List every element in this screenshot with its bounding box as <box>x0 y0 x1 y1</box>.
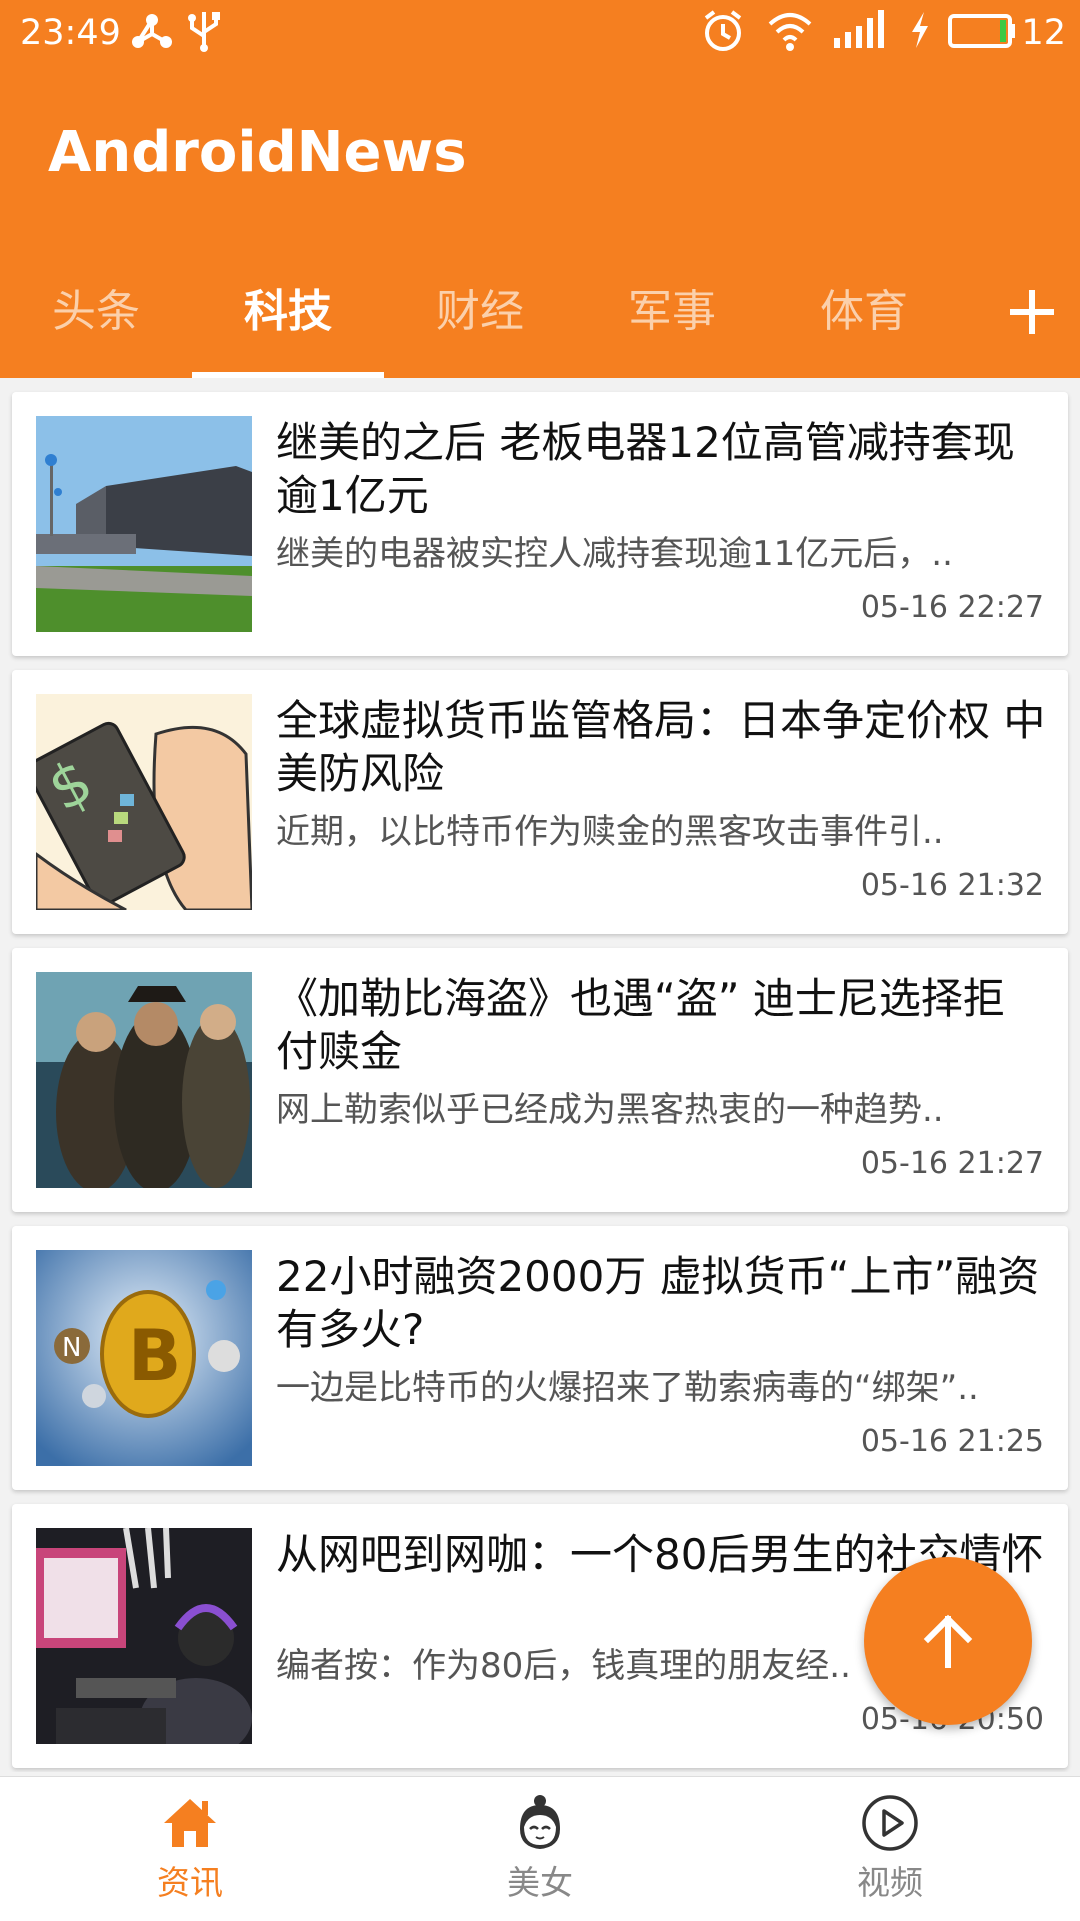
tab-military[interactable]: 军事 <box>576 252 768 378</box>
nav-label: 资讯 <box>157 1863 223 1902</box>
tab-sports[interactable]: 体育 <box>768 252 960 378</box>
scroll-to-top-button[interactable] <box>864 1557 1032 1725</box>
news-card[interactable]: B N 22小时融资2000万 虚拟货币“上市”融资有多火? 一边是比特币的火爆… <box>12 1226 1068 1490</box>
signal-icon <box>832 8 892 56</box>
nav-label: 美女 <box>507 1863 573 1902</box>
battery-percent: 12 <box>1021 13 1066 53</box>
tab-finance[interactable]: 财经 <box>384 252 576 378</box>
news-thumbnail: B N <box>36 1250 252 1466</box>
app-title: AndroidNews <box>48 120 467 185</box>
news-summary: 继美的电器被实控人减持套现逾11亿元后，.. <box>276 534 953 574</box>
news-title: 《加勒比海盗》也遇“盗” 迪士尼选择拒付赎金 <box>276 974 1005 1076</box>
news-thumbnail <box>36 416 252 632</box>
battery-icon <box>946 8 1018 56</box>
news-time: 05-16 21:25 <box>860 1424 1044 1459</box>
bottom-navigation: 资讯 美女 视频 <box>0 1776 1080 1921</box>
plus-icon <box>1010 290 1054 334</box>
add-category-button[interactable] <box>996 276 1068 348</box>
nav-label: 视频 <box>857 1863 923 1902</box>
tab-tech[interactable]: 科技 <box>192 252 384 378</box>
news-thumbnail <box>36 972 252 1188</box>
nav-beauty[interactable]: 美女 <box>440 1777 640 1921</box>
news-summary: 近期，以比特币作为赎金的黑客攻击事件引.. <box>276 812 944 852</box>
news-time: 05-16 21:32 <box>860 868 1044 903</box>
svg-text:B: B <box>128 1315 181 1397</box>
charging-icon <box>906 8 934 56</box>
arrow-up-icon <box>923 1614 973 1668</box>
news-title: 22小时融资2000万 虚拟货币“上市”融资有多火? <box>276 1252 1040 1354</box>
wifi-icon <box>766 8 814 56</box>
app-bar: AndroidNews 头条 科技 财经 军事 体育 <box>0 66 1080 378</box>
news-thumbnail <box>36 1528 252 1744</box>
status-time: 23:49 <box>20 13 121 53</box>
news-title: 继美的之后 老板电器12位高管减持套现逾1亿元 <box>276 418 1015 520</box>
status-bar: 23:49 12 <box>0 0 1080 66</box>
usb-icon <box>186 8 222 56</box>
news-time: 05-16 22:27 <box>860 590 1044 625</box>
play-circle-icon <box>862 1795 918 1851</box>
news-card[interactable]: 继美的之后 老板电器12位高管减持套现逾1亿元 继美的电器被实控人减持套现逾11… <box>12 392 1068 656</box>
tab-headlines[interactable]: 头条 <box>0 252 192 378</box>
news-title: 全球虚拟货币监管格局：日本争定价权 中美防风险 <box>276 696 1046 798</box>
girl-face-icon <box>520 1795 560 1849</box>
home-icon <box>164 1799 216 1847</box>
network-share-icon <box>130 8 174 56</box>
news-summary: 一边是比特币的火爆招来了勒索病毒的“绑架”.. <box>276 1368 979 1408</box>
svg-text:N: N <box>62 1333 81 1363</box>
category-tabs: 头条 科技 财经 军事 体育 <box>0 252 1080 378</box>
news-thumbnail: $ <box>36 694 252 910</box>
news-card[interactable]: $ 全球虚拟货币监管格局：日本争定价权 中美防风险 近期，以比特币作为赎金的黑客… <box>12 670 1068 934</box>
news-card[interactable]: 《加勒比海盗》也遇“盗” 迪士尼选择拒付赎金 网上勒索似乎已经成为黑客热衷的一种… <box>12 948 1068 1212</box>
nav-video[interactable]: 视频 <box>790 1777 990 1921</box>
news-time: 05-16 21:27 <box>860 1146 1044 1181</box>
nav-news[interactable]: 资讯 <box>90 1777 290 1921</box>
news-summary: 网上勒索似乎已经成为黑客热衷的一种趋势.. <box>276 1090 944 1130</box>
alarm-icon <box>700 8 746 58</box>
